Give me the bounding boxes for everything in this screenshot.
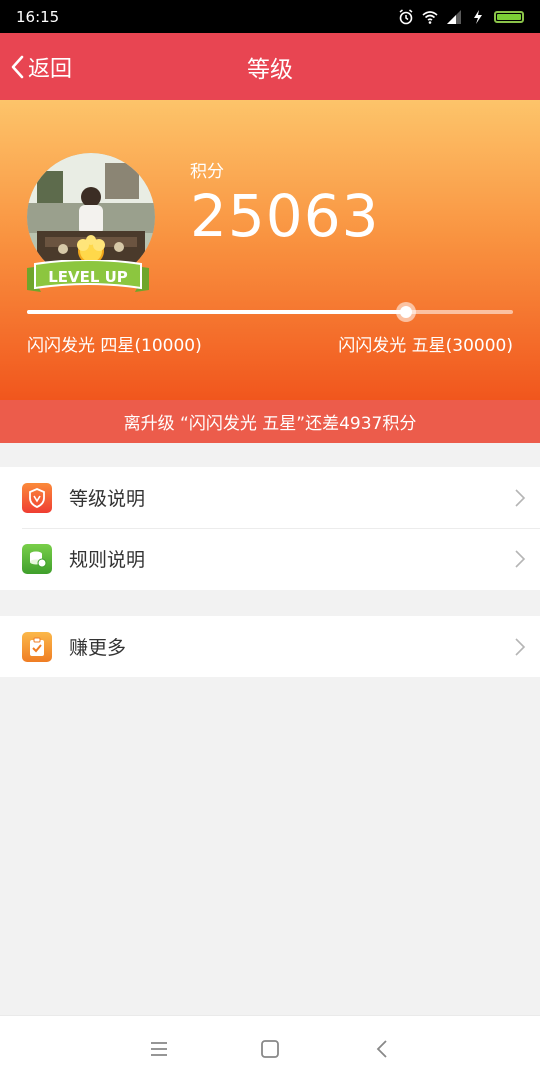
level-progress-knob (396, 302, 417, 322)
chevron-right-icon (515, 549, 526, 568)
menu-item-label: 赚更多 (69, 637, 127, 659)
chevron-right-icon (515, 637, 526, 656)
score-label: 积分 (190, 162, 224, 182)
upgrade-hint-banner: 离升级 “闪闪发光 五星”还差4937积分 (0, 400, 540, 443)
menu-item-rules[interactable]: 规则说明 (0, 528, 540, 589)
chevron-right-icon (515, 488, 526, 507)
back-nav-icon[interactable] (372, 1038, 394, 1060)
current-level-label: 闪闪发光 四星(10000) (27, 336, 202, 356)
menu-item-label: 规则说明 (69, 549, 146, 571)
menu-item-earn-more[interactable]: 赚更多 (0, 616, 540, 677)
level-up-text: LEVEL UP (48, 268, 128, 286)
score-value: 25063 (190, 182, 380, 250)
back-label: 返回 (28, 56, 73, 82)
chevron-left-icon (11, 55, 24, 78)
menu-group-2: 赚更多 (0, 616, 540, 677)
title-bar: 返回 等级 (0, 33, 540, 100)
status-time: 16:15 (16, 7, 60, 26)
page-title: 等级 (247, 56, 293, 83)
level-progress-fill (27, 310, 407, 314)
clipboard-check-icon (22, 631, 52, 662)
signal-icon (447, 9, 461, 24)
battery-icon (494, 10, 524, 23)
next-level-label: 闪闪发光 五星(30000) (338, 336, 513, 356)
level-up-badge: LEVEL UP (27, 260, 149, 292)
wifi-icon (422, 10, 438, 24)
status-icons (398, 8, 524, 25)
level-progress-track (27, 310, 513, 314)
menu-item-label: 等级说明 (69, 488, 146, 510)
level-hero: LEVEL UP 积分 25063 闪闪发光 四星(10000) 闪闪发光 五星… (0, 100, 540, 400)
status-bar: 16:15 (0, 0, 540, 33)
menu-item-level-info[interactable]: 等级说明 (0, 467, 540, 528)
charging-icon (474, 9, 482, 24)
shield-icon (22, 482, 52, 513)
coins-icon (22, 543, 52, 574)
menu-group-1: 等级说明 规则说明 (0, 467, 540, 590)
system-nav-bar (0, 1015, 540, 1080)
menu-icon[interactable] (148, 1038, 170, 1060)
alarm-icon (399, 8, 413, 24)
home-icon[interactable] (259, 1038, 281, 1060)
back-button[interactable]: 返回 (10, 33, 72, 100)
